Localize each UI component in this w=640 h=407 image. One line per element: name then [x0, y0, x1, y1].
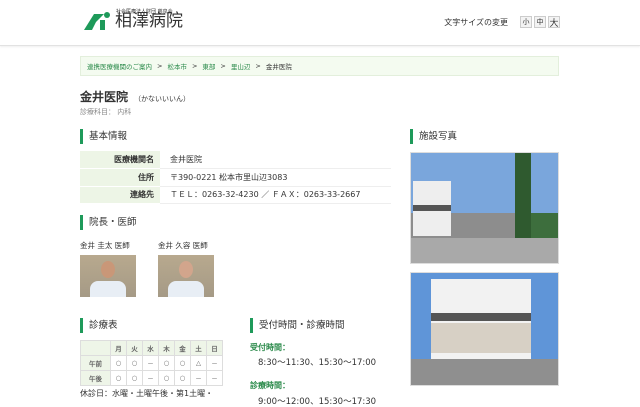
table-row: 連絡先 ＴＥＬ：0263-32-4230 ／ ＦＡＸ：0263-33-2667: [80, 186, 391, 204]
cell: ○: [158, 355, 175, 371]
row-value: 〒390-0221 松本市里山辺3083: [160, 168, 391, 187]
cell: －: [142, 355, 159, 371]
clinic-name: 金井医院: [80, 90, 129, 104]
day-header: 水: [142, 340, 159, 356]
schedule-heading: 診療表: [80, 318, 118, 333]
page-title: 金井医院 （かないいいん）: [80, 88, 190, 105]
row-value: ＴＥＬ：0263-32-4230 ／ ＦＡＸ：0263-33-2667: [160, 186, 391, 204]
doctor-photo: [158, 255, 214, 297]
cell: －: [206, 355, 223, 371]
facility-photo-image: [411, 273, 558, 385]
cell: －: [142, 370, 159, 386]
doctors-heading: 院長・医師: [80, 215, 137, 230]
breadcrumb-current: 金井医院: [265, 63, 292, 71]
facility-photo-image: [411, 153, 558, 263]
table-row: 午前 ○ ○ － ○ ○ △ －: [80, 355, 223, 371]
table-row: 医療機関名 金井医院: [80, 151, 391, 169]
font-size-small-button[interactable]: 小: [520, 16, 532, 28]
closed-days: 休診日：水曜・土曜午後・第1土曜・: [80, 389, 214, 398]
day-header: 土: [190, 340, 207, 356]
table-header-row: 月火水木金土日: [80, 340, 223, 356]
cell: ○: [126, 370, 143, 386]
row-label: 医療機関名: [80, 151, 160, 169]
breadcrumb-separator: >: [191, 62, 198, 70]
doctor-card: 金井 久容 医師: [158, 240, 214, 297]
day-header: 月: [110, 340, 127, 356]
row-label: 連絡先: [80, 186, 160, 204]
breadcrumb: 連携医療機関のご案内 > 松本市 > 東部 > 里山辺 > 金井医院: [80, 56, 559, 76]
reception-hours: 8:30～11:30、15:30～17:00: [258, 358, 377, 368]
font-size-medium-button[interactable]: 中: [534, 16, 546, 28]
consult-label: 診療時間：: [250, 381, 290, 390]
hours-heading: 受付時間・診療時間: [250, 318, 345, 333]
basic-info-table: 医療機関名 金井医院 住所 〒390-0221 松本市里山辺3083 連絡先 ＴＥＬ：…: [80, 151, 391, 204]
facility-photo[interactable]: [410, 272, 559, 386]
font-size-switcher: 文字サイズの変更 小 中 大: [444, 16, 560, 29]
breadcrumb-separator: >: [220, 62, 226, 70]
breadcrumb-link[interactable]: 東部: [202, 61, 215, 71]
doctor-card: 金井 圭太 医師: [80, 240, 136, 297]
consult-hours: 9:00～12:00、15:30～17:30: [258, 397, 377, 407]
facility-photo[interactable]: [410, 152, 559, 264]
row-label: 午前: [80, 355, 111, 371]
row-value: 金井医院: [160, 151, 391, 169]
basic-info-heading: 基本情報: [80, 129, 127, 144]
cell: ○: [110, 355, 127, 371]
doctor-name: 金井 久容 医師: [158, 241, 208, 250]
table-row: 午後 ○ ○ － ○ ○ －－: [80, 370, 223, 386]
day-header: 日: [206, 340, 223, 356]
site-header: 社会医療法人財団 慈泉会 相澤病院 文字サイズの変更 小 中 大: [0, 0, 640, 46]
cell: ○: [158, 370, 175, 386]
facility-heading: 施設写真: [410, 129, 457, 144]
row-label: 住所: [80, 168, 160, 187]
department: 診療科目： 内科: [80, 108, 132, 116]
cell: ○: [174, 355, 191, 371]
font-size-label: 文字サイズの変更: [444, 17, 508, 27]
clinic-reading: （かないいいん）: [134, 95, 191, 103]
font-size-large-button[interactable]: 大: [548, 16, 560, 29]
schedule-table: 月火水木金土日 午前 ○ ○ － ○ ○ △ － 午後 ○ ○ － ○ ○ －－: [80, 340, 223, 386]
breadcrumb-separator: >: [157, 62, 163, 70]
doctor-photo: [80, 255, 136, 297]
cell: ○: [126, 355, 143, 371]
day-header: 木: [158, 340, 175, 356]
day-header: 金: [174, 340, 191, 356]
row-label: 午後: [80, 370, 111, 386]
breadcrumb-link[interactable]: 松本市: [167, 61, 187, 71]
breadcrumb-link[interactable]: 連携医療機関のご案内: [87, 61, 152, 71]
cell: －: [206, 370, 223, 386]
breadcrumb-link[interactable]: 里山辺: [231, 61, 251, 71]
cell: －: [190, 370, 207, 386]
cell: ○: [174, 370, 191, 386]
breadcrumb-separator: >: [255, 62, 261, 70]
hospital-logo[interactable]: 社会医療法人財団 慈泉会 相澤病院: [82, 9, 183, 32]
reception-label: 受付時間：: [250, 343, 290, 352]
cell: ○: [110, 370, 127, 386]
table-row: 住所 〒390-0221 松本市里山辺3083: [80, 168, 391, 187]
logo-mark-icon: [84, 12, 110, 30]
day-header: 火: [126, 340, 143, 356]
cell: △: [190, 355, 207, 371]
logo-subtitle: 社会医療法人財団 慈泉会: [116, 9, 173, 15]
doctor-name: 金井 圭太 医師: [80, 241, 130, 250]
